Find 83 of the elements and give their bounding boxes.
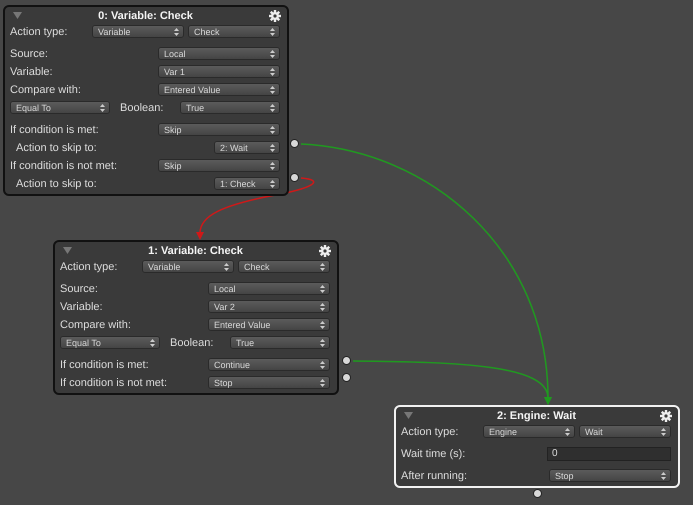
updown-arrows-icon bbox=[174, 28, 179, 36]
gear-icon[interactable] bbox=[269, 10, 281, 22]
field-label: Boolean: bbox=[120, 102, 164, 114]
updown-arrows-icon bbox=[270, 68, 275, 76]
dropdown[interactable]: Engine bbox=[483, 425, 575, 438]
updown-arrows-icon bbox=[270, 180, 275, 188]
dropdown[interactable]: 1: Check bbox=[214, 177, 280, 190]
updown-arrows-icon bbox=[661, 472, 666, 480]
dropdown[interactable]: Wait bbox=[579, 425, 671, 438]
updown-arrows-icon bbox=[150, 338, 155, 346]
node-window[interactable]: 1: Variable: Check Action type: Variable Check Source: Local Variable: Var 2 Compare with: Entered Value Equal To Boolean: True If condition is met: Continue If condition is not met: Stop bbox=[53, 240, 339, 395]
dropdown[interactable]: 2: Wait bbox=[214, 141, 280, 154]
field-label: Source: bbox=[60, 282, 99, 294]
collapse-triangle-icon[interactable] bbox=[63, 247, 72, 254]
gear-icon[interactable] bbox=[660, 410, 672, 422]
number-field[interactable]: 0 bbox=[547, 446, 671, 460]
dropdown[interactable]: Stop bbox=[208, 376, 330, 389]
updown-arrows-icon bbox=[320, 320, 325, 328]
updown-arrows-icon bbox=[320, 302, 325, 310]
field-label: After running: bbox=[401, 470, 468, 482]
node-title: 0: Variable: Check bbox=[97, 10, 194, 22]
field-label: Action type: bbox=[401, 426, 460, 438]
updown-arrows-icon bbox=[661, 428, 666, 436]
updown-arrows-icon bbox=[270, 144, 275, 152]
updown-arrows-icon bbox=[100, 104, 105, 112]
updown-arrows-icon bbox=[224, 262, 229, 270]
dropdown[interactable]: Stop bbox=[549, 469, 671, 482]
field-label: Compare with: bbox=[10, 84, 82, 96]
node-window[interactable]: 2: Engine: Wait Action type: Engine Wait Wait time (s): 0 After running: Stop bbox=[394, 405, 680, 488]
updown-arrows-icon bbox=[320, 378, 325, 386]
field-label: If condition is not met: bbox=[10, 160, 118, 172]
dropdown[interactable]: Variable bbox=[142, 260, 234, 273]
socket-dot[interactable] bbox=[290, 139, 299, 148]
field-label: If condition is met: bbox=[60, 358, 150, 370]
socket-dot[interactable] bbox=[342, 373, 351, 382]
dropdown[interactable]: Skip bbox=[158, 159, 280, 172]
updown-arrows-icon bbox=[270, 104, 275, 112]
dropdown[interactable]: Local bbox=[208, 282, 330, 295]
dropdown[interactable]: Var 2 bbox=[208, 300, 330, 313]
field-label: Action type: bbox=[10, 26, 68, 38]
updown-arrows-icon bbox=[270, 86, 275, 94]
updown-arrows-icon bbox=[320, 338, 325, 346]
updown-arrows-icon bbox=[270, 50, 275, 58]
field-label: If condition is not met: bbox=[60, 376, 168, 388]
field-label: Compare with: bbox=[60, 318, 132, 330]
field-label: Action type: bbox=[60, 260, 118, 272]
dropdown[interactable]: Skip bbox=[158, 123, 280, 136]
updown-arrows-icon bbox=[270, 162, 275, 170]
field-label: Variable: bbox=[10, 66, 54, 78]
updown-arrows-icon bbox=[320, 360, 325, 368]
dropdown[interactable]: Check bbox=[188, 25, 280, 38]
socket-dot[interactable] bbox=[342, 356, 351, 365]
dropdown[interactable]: Check bbox=[238, 260, 330, 273]
field-label: If condition is met: bbox=[10, 124, 100, 136]
updown-arrows-icon bbox=[320, 262, 325, 270]
dropdown[interactable]: Continue bbox=[208, 358, 330, 371]
field-label: Action to skip to: bbox=[16, 178, 98, 190]
socket-dot[interactable] bbox=[290, 173, 299, 182]
field-label: Action to skip to: bbox=[16, 142, 98, 154]
dropdown[interactable]: True bbox=[180, 101, 280, 114]
node-window[interactable] bbox=[3, 5, 289, 196]
updown-arrows-icon bbox=[565, 428, 570, 436]
updown-arrows-icon bbox=[270, 126, 275, 134]
field-label: Source: bbox=[10, 48, 49, 60]
collapse-triangle-icon[interactable] bbox=[13, 12, 22, 19]
collapse-triangle-icon[interactable] bbox=[404, 412, 413, 419]
field-label: Variable: bbox=[60, 300, 104, 312]
dropdown[interactable]: Entered Value bbox=[208, 318, 330, 331]
updown-arrows-icon bbox=[320, 284, 325, 292]
node-title: 2: Engine: Wait bbox=[496, 410, 578, 422]
field-label: Wait time (s): bbox=[401, 448, 466, 460]
updown-arrows-icon bbox=[270, 28, 275, 36]
dropdown[interactable]: Entered Value bbox=[158, 83, 280, 96]
node-title: 1: Variable: Check bbox=[147, 244, 244, 256]
dropdown[interactable]: Var 1 bbox=[158, 65, 280, 78]
socket-dot[interactable] bbox=[533, 489, 542, 498]
dropdown[interactable]: Equal To bbox=[60, 336, 160, 349]
field-label: Boolean: bbox=[170, 336, 214, 348]
gear-icon[interactable] bbox=[319, 244, 331, 256]
dropdown[interactable]: True bbox=[230, 336, 330, 349]
dropdown[interactable]: Equal To bbox=[10, 101, 110, 114]
dropdown[interactable]: Local bbox=[158, 47, 280, 60]
dropdown[interactable]: Variable bbox=[92, 25, 184, 38]
